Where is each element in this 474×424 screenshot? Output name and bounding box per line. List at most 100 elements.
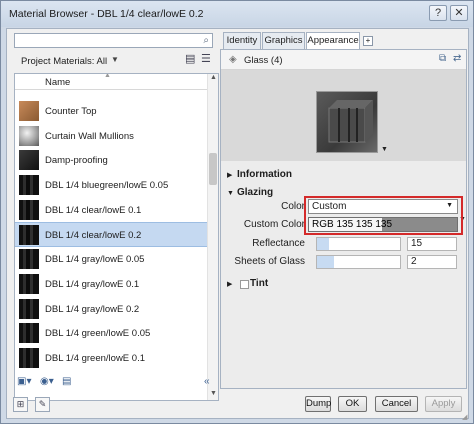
name-column-header[interactable]: Name <box>45 77 70 88</box>
chevron-down-icon[interactable]: ▼ <box>111 55 119 64</box>
replace-asset-icon[interactable]: ⇄ <box>453 53 461 64</box>
scroll-down-icon[interactable]: ▼ <box>208 390 218 400</box>
tint-checkbox[interactable] <box>240 280 249 289</box>
material-thumbnail <box>19 323 39 344</box>
list-scrollbar[interactable]: ▲ ▼ <box>207 74 218 400</box>
materials-list: ▲ Name Counter Top Curtain Wall Mullions D… <box>14 73 219 401</box>
duplicate-asset-icon[interactable]: ⧉ <box>439 53 446 64</box>
list-item[interactable]: DBL 1/4 clear/lowE 0.2 <box>15 222 207 248</box>
resize-grip-icon[interactable]: ◢ <box>462 413 467 421</box>
view-options-icon[interactable]: ☰ <box>201 54 213 66</box>
material-thumbnail <box>19 273 39 294</box>
list-item[interactable]: Damp-proofing <box>15 148 207 173</box>
section-glazing[interactable]: ▼ Glazing <box>227 187 273 198</box>
list-item[interactable] <box>15 91 207 99</box>
list-item-label: DBL 1/4 clear/lowE 0.2 <box>45 230 142 242</box>
scroll-up-icon[interactable]: ▲ <box>208 74 218 84</box>
list-item[interactable]: DBL 1/4 gray/lowE 0.05 <box>15 247 207 272</box>
ok-button[interactable]: OK <box>338 396 367 412</box>
material-browser-window: Material Browser - DBL 1/4 clear/lowE 0.… <box>0 0 474 424</box>
collapse-arrow-icon: ▼ <box>227 190 234 197</box>
apply-button[interactable]: Apply <box>425 396 462 412</box>
dump-button[interactable]: Dump <box>305 396 331 412</box>
list-item-label: DBL 1/4 bluegreen/lowE 0.05 <box>45 180 169 192</box>
project-materials-filter[interactable]: Project Materials: All <box>21 56 107 67</box>
material-thumbnail <box>19 225 39 246</box>
material-properties-icon[interactable]: ✎ <box>35 397 50 412</box>
tab-appearance[interactable]: Appearance <box>306 32 360 50</box>
material-thumbnail <box>19 125 39 146</box>
library-footer: ▣▾ ◉▾ ▤ « <box>14 375 219 391</box>
list-item[interactable]: DBL 1/4 bluegreen/lowE 0.05 <box>15 173 207 198</box>
expand-arrow-icon: ▶ <box>227 281 233 288</box>
custom-color-label: Custom Color <box>243 219 305 230</box>
search-input[interactable] <box>17 35 187 46</box>
asset-type-icon: ◈ <box>229 54 237 65</box>
list-item-label: Curtain Wall Mullions <box>45 130 134 142</box>
search-box[interactable]: ⌕ <box>14 33 213 48</box>
sort-arrow-icon: ▲ <box>104 73 111 79</box>
show-hide-library-icon[interactable]: ▤ <box>185 54 197 66</box>
section-tint-label: Tint <box>250 278 269 289</box>
list-item-label: Damp-proofing <box>45 155 108 167</box>
title-bar[interactable]: Material Browser - DBL 1/4 clear/lowE 0.… <box>1 1 473 27</box>
library-panel: ⌕ Project Materials: All ▼ ▤ ☰ ▲ Name Co… <box>10 32 219 401</box>
scroll-thumb[interactable] <box>209 153 217 185</box>
material-thumbnail <box>19 199 39 220</box>
expand-arrow-icon: ▶ <box>227 172 233 179</box>
section-information-label: Information <box>237 169 292 180</box>
reflectance-slider-fill <box>317 238 330 250</box>
appearance-panel: ◈ Glass (4) ⧉ ⇄ ▼ ▶ Information ▼ Glazin… <box>220 49 467 389</box>
library-options-icon[interactable]: ◉▾ <box>40 376 54 388</box>
list-item-label: DBL 1/4 gray/lowE 0.1 <box>45 278 140 290</box>
sheets-of-glass-label: Sheets of Glass <box>234 256 305 267</box>
tab-identity[interactable]: Identity <box>223 32 261 49</box>
list-item[interactable]: DBL 1/4 gray/lowE 0.2 <box>15 297 207 322</box>
list-item[interactable]: DBL 1/4 green/lowE 0.1 <box>15 346 207 371</box>
collapse-panel-icon[interactable]: « <box>204 376 210 388</box>
preview-area: ▼ <box>221 70 466 161</box>
list-item-label: DBL 1/4 green/lowE 0.05 <box>45 328 151 340</box>
open-editor-icon[interactable]: ⊞ <box>13 397 28 412</box>
color-label: Color <box>281 201 305 212</box>
sheets-of-glass-input[interactable]: 2 <box>407 255 457 269</box>
add-asset-tab-button[interactable]: + <box>363 36 373 46</box>
list-rows: Counter Top Curtain Wall Mullions Damp-pro… <box>15 91 207 371</box>
material-thumbnail <box>19 175 39 196</box>
filter-bar: Project Materials: All ▼ ▤ ☰ <box>14 53 214 69</box>
glass-preview-image <box>317 92 377 152</box>
cancel-button[interactable]: Cancel <box>375 396 418 412</box>
material-thumbnail <box>19 150 39 171</box>
material-thumbnail <box>19 298 39 319</box>
list-item[interactable]: Counter Top <box>15 99 207 124</box>
list-item[interactable]: DBL 1/4 gray/lowE 0.1 <box>15 272 207 297</box>
tab-graphics[interactable]: Graphics <box>262 32 305 49</box>
dialog-body: ⌕ Project Materials: All ▼ ▤ ☰ ▲ Name Co… <box>6 28 469 421</box>
asset-bar: ◈ Glass (4) ⧉ ⇄ <box>221 50 466 70</box>
list-item-label: DBL 1/4 gray/lowE 0.05 <box>45 254 145 266</box>
list-item-label: DBL 1/4 gray/lowE 0.2 <box>45 303 140 315</box>
search-icon[interactable]: ⌕ <box>203 35 209 46</box>
list-item-label: DBL 1/4 green/lowE 0.1 <box>45 352 145 364</box>
list-item-label: DBL 1/4 clear/lowE 0.1 <box>45 204 142 216</box>
material-thumbnail <box>19 101 39 121</box>
section-glazing-label: Glazing <box>237 187 274 198</box>
reflectance-slider[interactable] <box>316 237 401 251</box>
reflectance-input[interactable]: 15 <box>407 237 457 251</box>
list-item[interactable]: DBL 1/4 clear/lowE 0.1 <box>15 198 207 223</box>
material-thumbnail <box>19 249 39 270</box>
material-preview <box>316 91 378 153</box>
list-header[interactable]: ▲ Name <box>15 74 207 90</box>
new-material-icon[interactable]: ▣▾ <box>17 376 31 388</box>
highlight-box <box>304 196 463 235</box>
asset-browser-icon[interactable]: ▤ <box>62 376 71 388</box>
list-item[interactable]: DBL 1/4 green/lowE 0.05 <box>15 321 207 346</box>
preview-options-icon[interactable]: ▼ <box>381 146 388 153</box>
list-item[interactable]: Curtain Wall Mullions <box>15 124 207 149</box>
sheets-slider-fill <box>317 256 334 268</box>
sheets-of-glass-slider[interactable] <box>316 255 401 269</box>
section-information[interactable]: ▶ Information <box>227 169 292 180</box>
close-button[interactable]: ✕ <box>450 5 468 21</box>
help-button[interactable]: ? <box>429 5 447 21</box>
material-thumbnail <box>19 347 39 368</box>
